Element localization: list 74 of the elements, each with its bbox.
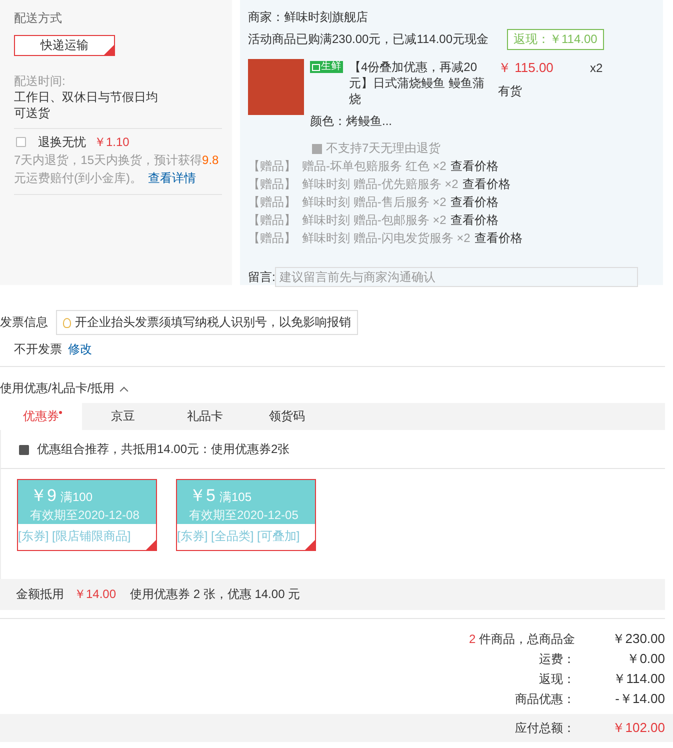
total-value: -￥14.00 — [614, 690, 665, 708]
view-price-link[interactable]: 查看价格 — [462, 177, 510, 191]
cashback-badge: 返现：￥114.00 — [506, 29, 604, 50]
new-dot-icon — [59, 411, 62, 414]
deduction-label: 金额抵用 — [16, 586, 64, 603]
checkbox[interactable] — [19, 444, 29, 454]
product-quantity: x2 — [590, 60, 603, 77]
coupon-amount: ￥9 — [30, 486, 56, 505]
gift-name: 鲜味时刻 赠品-售后服务 ×2 — [302, 195, 446, 209]
stock-status: 有货 — [498, 83, 523, 100]
selected-corner-icon — [104, 45, 114, 55]
gift-prefix: 【赠品】 — [248, 231, 296, 245]
message-field[interactable]: 建议留言前先与商家沟通确认 — [275, 267, 638, 287]
selected-corner-icon — [146, 540, 156, 550]
gift-prefix: 【赠品】 — [248, 177, 296, 191]
gift-name: 赠品-坏单包赔服务 红色 ×2 — [302, 159, 446, 173]
message-label: 留言: — [248, 268, 276, 286]
service-description: 7天内退货，15天内换货，预计获得9.8 元运费赔付(到小金库)。 查看详情 — [14, 153, 219, 185]
coupon-tags: [东券] [全品类] [可叠加] — [177, 524, 315, 545]
coupon-tags: [东券] [限店铺限商品] — [18, 524, 156, 545]
service-price: ￥1.10 — [94, 134, 130, 151]
invoice-value: 不开发票 — [14, 342, 62, 356]
coupon-condition: 满105 — [219, 490, 252, 504]
checkbox[interactable] — [16, 137, 26, 147]
coupon-expiry: 有效期至2020-12-08 — [30, 507, 140, 524]
total-label: 运费： — [539, 651, 575, 668]
delivery-time-label: 配送时间: — [14, 73, 66, 89]
gift-prefix: 【赠品】 — [248, 159, 296, 173]
delivery-time-text: 工作日、双休日与节假日均可送货 — [14, 89, 159, 121]
coupon-condition: 满100 — [60, 490, 92, 504]
section-title: 配送方式 — [14, 10, 63, 27]
payable-amount: ￥102.00 — [611, 719, 665, 737]
gift-prefix: 【赠品】 — [248, 195, 296, 209]
product-title[interactable]: 【4份叠加优惠，再减20元】日式蒲烧鳗鱼 鳗鱼蒲烧 — [349, 59, 488, 107]
coupon-amount: ￥5 — [189, 486, 216, 505]
recommend-text: 优惠组合推荐，共抵用14.00元：使用优惠券2张 — [37, 441, 290, 458]
service-label: 退换无忧 — [38, 134, 86, 151]
section-title: 使用优惠/礼品卡/抵用 — [0, 380, 115, 397]
invoice-tip: 开企业抬头发票须填写纳税人识别号，以免影响报销 — [56, 310, 358, 335]
product-price: ￥ 115.00 — [498, 59, 554, 77]
selected-corner-icon — [305, 540, 315, 550]
view-price-link[interactable]: 查看价格 — [450, 195, 498, 209]
total-label: 返现： — [539, 671, 575, 688]
photo-placeholder — [248, 59, 304, 115]
section-title: 发票信息 — [0, 314, 48, 331]
view-price-link[interactable]: 查看价格 — [450, 213, 498, 227]
deduction-summary: 使用优惠券 2 张，优惠 14.00 元 — [130, 586, 300, 603]
coupon-expiry: 有效期至2020-12-05 — [189, 507, 300, 524]
delivery-option-button[interactable]: 快递运输 — [14, 35, 115, 56]
gift-name: 鲜味时刻 赠品-包邮服务 ×2 — [302, 213, 446, 227]
promo-text: 活动商品已购满230.00元，已减114.00元现金 — [248, 31, 489, 48]
view-price-link[interactable]: 查看价格 — [474, 231, 522, 245]
total-value: ￥230.00 — [611, 630, 665, 648]
view-price-link[interactable]: 查看价格 — [450, 159, 498, 173]
tab[interactable]: 礼品卡 — [164, 403, 246, 430]
total-label: 商品优惠： — [515, 691, 575, 708]
item-count: 2 — [468, 632, 476, 646]
edit-link[interactable]: 修改 — [68, 342, 92, 356]
payable-label: 应付总额： — [515, 720, 575, 736]
total-value: ￥0.00 — [626, 650, 665, 668]
fresh-tag: 生鲜 — [310, 61, 343, 73]
gift-name: 鲜味时刻 赠品-闪电发货服务 ×2 — [302, 231, 470, 245]
details-link[interactable]: 查看详情 — [148, 171, 196, 185]
tab[interactable]: 领货码 — [246, 403, 328, 430]
total-label: 件商品，总商品金 — [478, 632, 575, 646]
gift-prefix: 【赠品】 — [248, 213, 296, 227]
deduction-amount: ￥14.00 — [74, 586, 116, 603]
no-return-notice: 不支持7天无理由退货 — [326, 140, 441, 157]
seller-name: 商家：鲜味时刻旗舰店 — [248, 9, 369, 26]
gift-name: 鲜味时刻 赠品-优先赔服务 ×2 — [302, 177, 458, 191]
product-variant: 颜色：烤鳗鱼... — [310, 113, 394, 130]
tab[interactable]: 京豆 — [82, 403, 164, 430]
total-value: ￥114.00 — [612, 670, 665, 688]
tab[interactable]: 优惠券 — [0, 403, 82, 430]
